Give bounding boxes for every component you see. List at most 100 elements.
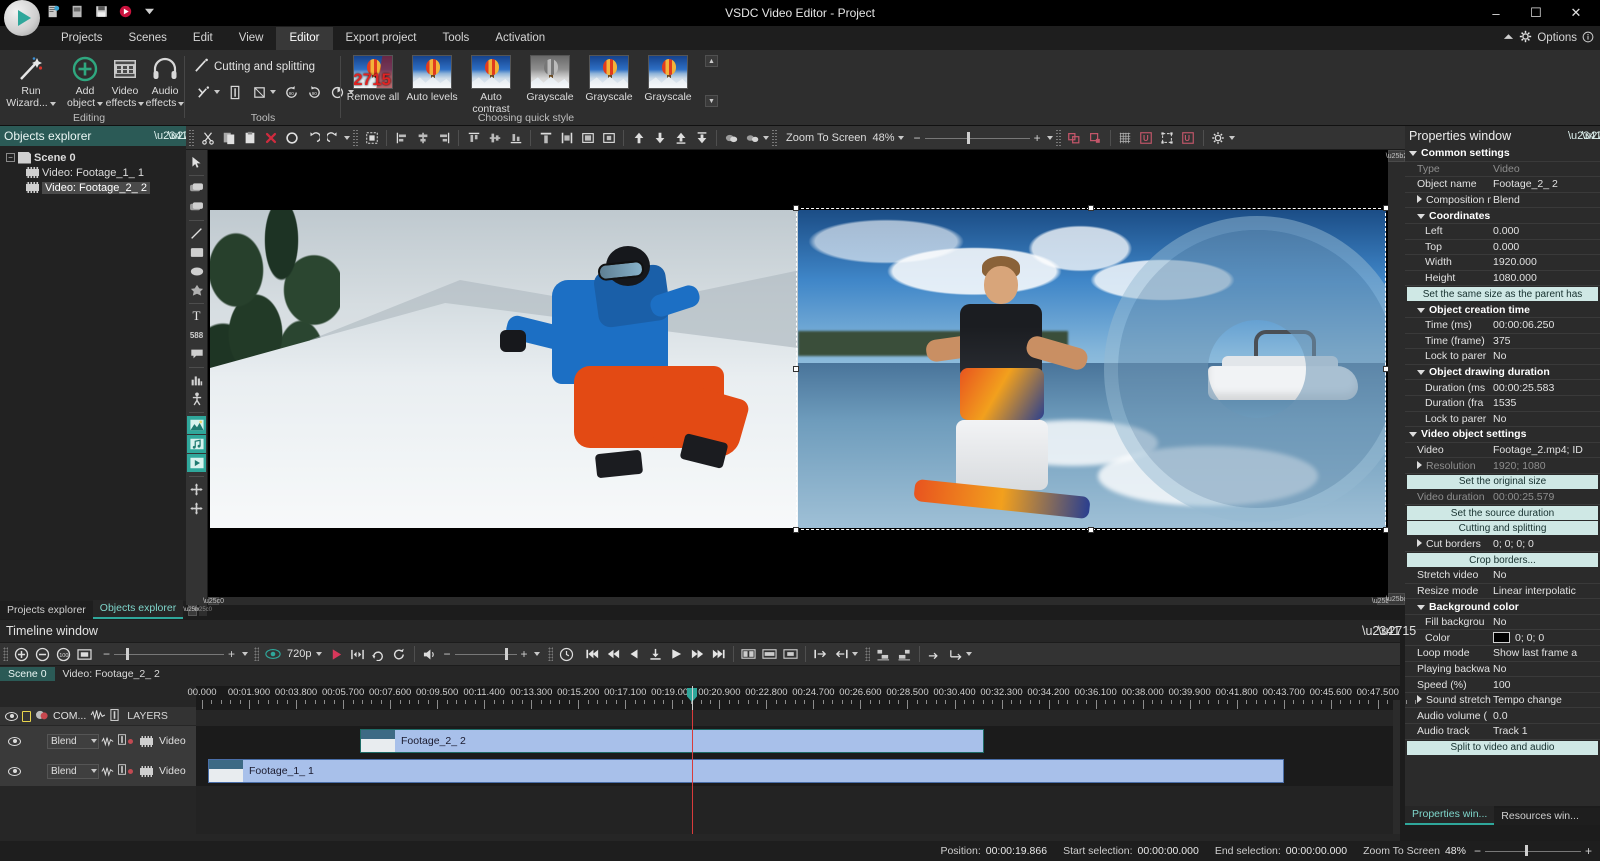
property-row-loop-mode[interactable]: Loop mode Show last frame a	[1405, 646, 1600, 662]
track-header-2[interactable]: Blend Video	[0, 756, 196, 786]
zoom-fit-icon[interactable]: 100	[54, 645, 73, 664]
volume-dropdown-icon[interactable]	[533, 652, 540, 656]
property-value[interactable]: Footage_2.mp4; ID	[1491, 444, 1600, 456]
property-row-left[interactable]: Left 0.000	[1405, 224, 1600, 240]
eye-icon[interactable]	[263, 645, 282, 664]
bar-icon[interactable]	[118, 734, 126, 748]
snap-grid-icon[interactable]	[1086, 128, 1105, 147]
quick-style-grayscale-1[interactable]: Grayscale	[521, 55, 579, 103]
property-row-sound-stretchin[interactable]: Sound stretchinTempo change	[1405, 693, 1600, 709]
zoom-slider[interactable]	[924, 131, 1030, 145]
stretch-icon[interactable]	[536, 128, 555, 147]
footage-2-video-frame[interactable]	[798, 210, 1386, 528]
snap-left-icon[interactable]	[874, 645, 893, 664]
property-row-type[interactable]: Type Video	[1405, 162, 1600, 178]
zoom-selection-icon[interactable]	[75, 645, 94, 664]
property-value[interactable]: Blend	[1491, 194, 1600, 206]
bar-icon[interactable]	[110, 708, 119, 724]
chevron-down-icon[interactable]	[1417, 213, 1425, 219]
status-zoom-minus[interactable]: −	[1474, 844, 1481, 858]
property-row-time-frame[interactable]: Time (frame) 375	[1405, 334, 1600, 350]
property-row-resize-mode[interactable]: Resize mode Linear interpolatic	[1405, 584, 1600, 600]
property-row-playing-backwa[interactable]: Playing backwa No	[1405, 662, 1600, 678]
close-icon[interactable]: \u2715	[168, 130, 202, 142]
grid-icon[interactable]	[1116, 128, 1135, 147]
playhead-line[interactable]	[692, 710, 693, 834]
same-width-icon[interactable]	[557, 128, 576, 147]
chevron-right-icon[interactable]	[1417, 695, 1422, 704]
align-center-icon[interactable]	[413, 128, 432, 147]
audio-tool-icon[interactable]	[187, 435, 206, 453]
property-row-time-ms[interactable]: Time (ms) 00:00:06.250	[1405, 318, 1600, 334]
ungroup-icon[interactable]	[743, 128, 762, 147]
preview-quality-value[interactable]: 720p	[287, 648, 311, 660]
loop-icon[interactable]	[369, 645, 388, 664]
property-row-cut-borders[interactable]: Cut borders 0; 0; 0; 0	[1405, 536, 1600, 553]
menu-item-tools[interactable]: Tools	[429, 27, 482, 50]
selection-handle-ml[interactable]	[793, 366, 799, 372]
property-row-duration-ms[interactable]: Duration (ms 00:00:25.583	[1405, 380, 1600, 396]
selection-handle-tl[interactable]	[793, 205, 799, 211]
run-wizard-button[interactable]: Run Wizard...	[4, 54, 58, 109]
timeline-clip-footage-2[interactable]: Footage_2_ 2	[360, 729, 984, 753]
menu-item-editor[interactable]: Editor	[276, 27, 333, 50]
same-height-icon[interactable]	[578, 128, 597, 147]
property-button-38[interactable]: Split to video and audio	[1407, 740, 1598, 755]
property-value[interactable]: No	[1491, 616, 1600, 628]
minimize-button[interactable]: –	[1476, 0, 1516, 26]
play-icon[interactable]	[667, 645, 686, 664]
step-back-icon[interactable]	[625, 645, 644, 664]
record-dot-icon[interactable]	[128, 768, 133, 774]
property-value[interactable]: 1920; 1080	[1491, 460, 1600, 472]
redo-dropdown-icon[interactable]	[344, 135, 350, 140]
toolbar-grip[interactable]	[189, 129, 194, 146]
zoom-dropdown-icon[interactable]	[897, 135, 904, 140]
property-section-video-object-settings[interactable]: Video object settings	[1405, 427, 1600, 443]
property-section-object-creation-time[interactable]: Object creation time	[1405, 302, 1600, 318]
settings-gear-icon[interactable]	[1209, 128, 1228, 147]
record-circle-icon[interactable]	[282, 128, 301, 147]
units-icon[interactable]: U	[1179, 128, 1198, 147]
quick-style-remove-all[interactable]: \u2715 Remove all	[344, 55, 402, 103]
quick-style-scrollbar[interactable]: ▲ ▼	[705, 55, 718, 107]
group-icon[interactable]	[722, 128, 741, 147]
pin-icon[interactable]: \u2341	[1362, 624, 1400, 638]
send-backward-icon[interactable]	[650, 128, 669, 147]
quick-style-grayscale-3[interactable]: Grayscale	[639, 55, 697, 103]
zoom-value[interactable]: 48%	[873, 132, 895, 144]
color-swatch[interactable]	[1493, 632, 1510, 644]
property-button-21[interactable]: Set the original size	[1407, 474, 1598, 489]
timeline-ruler[interactable]: 00.000 00:01.900 00:03.800 00:05.700 00:07.6…	[187, 686, 1417, 710]
effects-icon[interactable]	[35, 709, 49, 724]
toolbar-grip-3[interactable]	[772, 129, 777, 146]
property-value[interactable]: 1920.000	[1491, 256, 1600, 268]
clock-icon[interactable]	[557, 645, 576, 664]
tab-objects-explorer[interactable]: Objects explorer	[92, 600, 184, 619]
fast-forward-icon[interactable]	[688, 645, 707, 664]
timeline-empty-area[interactable]	[196, 786, 1400, 834]
property-value[interactable]: Linear interpolatic	[1491, 585, 1600, 597]
text-tool-icon[interactable]: T	[187, 307, 206, 325]
select-all-icon[interactable]	[362, 128, 381, 147]
property-value[interactable]: Video	[1491, 163, 1600, 175]
rotate-left-90-icon[interactable]: 90	[282, 83, 300, 101]
status-zoom-plus[interactable]: +	[1585, 844, 1592, 858]
trim-out-icon[interactable]	[832, 645, 851, 664]
property-value[interactable]: Track 1	[1491, 725, 1600, 737]
property-row-speed[interactable]: Speed (%) 100	[1405, 677, 1600, 693]
open-project-icon[interactable]	[70, 4, 85, 19]
speaker-icon[interactable]	[420, 645, 439, 664]
property-row-audio-volume[interactable]: Audio volume (0.0	[1405, 708, 1600, 724]
tab-resources-window[interactable]: Resources win...	[1494, 808, 1586, 825]
chart-tool-icon[interactable]	[187, 371, 206, 389]
property-button-23[interactable]: Set the source duration	[1407, 506, 1598, 521]
align-right-icon[interactable]	[434, 128, 453, 147]
tree-node-footage-1[interactable]: Video: Footage_1_ 1	[4, 165, 186, 180]
property-button-26[interactable]: Crop borders...	[1407, 553, 1598, 568]
timeline-vertical-scrollbar[interactable]	[1393, 700, 1400, 834]
property-value[interactable]: Footage_2_ 2	[1491, 178, 1600, 190]
tree-expander[interactable]: −	[6, 153, 15, 162]
menu-item-projects[interactable]: Projects	[48, 27, 116, 50]
property-value[interactable]: No	[1491, 569, 1600, 581]
record-icon[interactable]	[118, 4, 133, 19]
